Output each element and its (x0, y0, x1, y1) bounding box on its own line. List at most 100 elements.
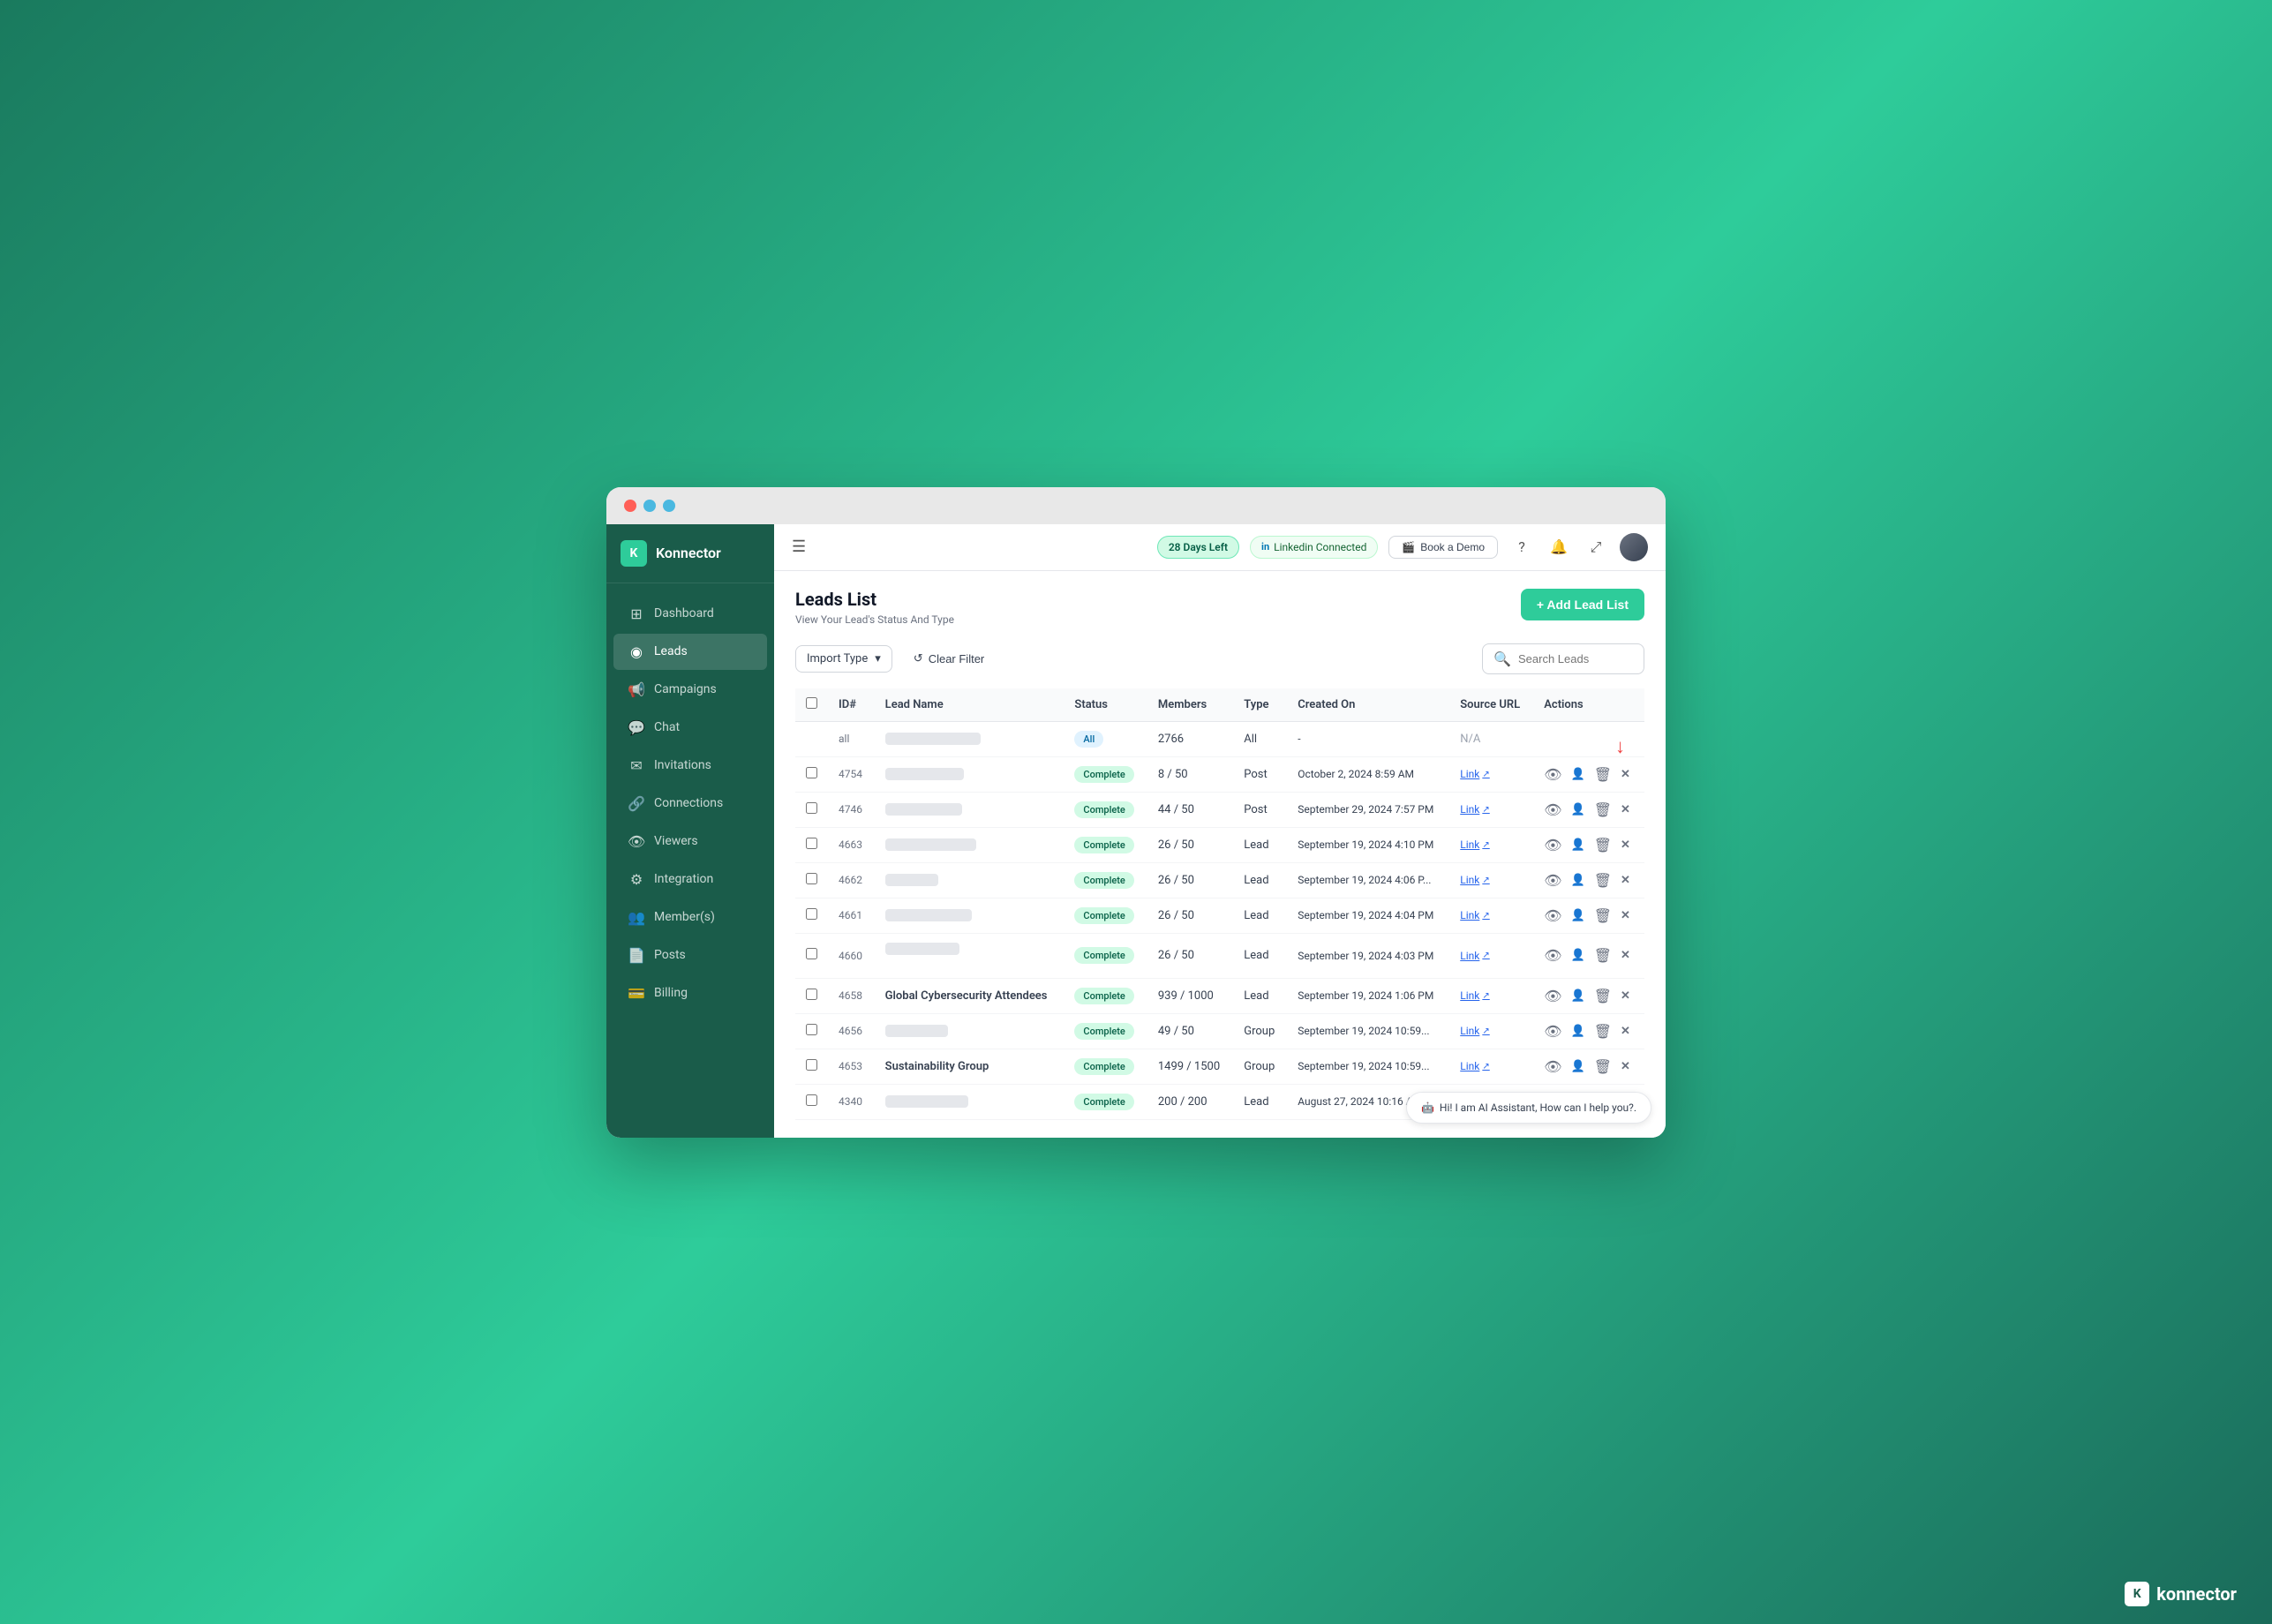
more-options-icon[interactable]: ✕ (1621, 989, 1630, 1003)
cell-actions: 👁 👤 🗑 ✕ (1533, 862, 1644, 898)
add-member-icon[interactable]: 👤 (1571, 1025, 1585, 1038)
viewers-icon: 👁 (628, 833, 645, 850)
source-link[interactable]: Link↗ (1460, 909, 1523, 921)
more-options-icon[interactable]: ✕ (1621, 803, 1630, 816)
import-type-select[interactable]: Import Type ▾ (795, 645, 892, 673)
view-icon[interactable]: 👁 (1544, 801, 1561, 818)
select-all-checkbox[interactable] (806, 697, 817, 709)
add-member-icon[interactable]: 👤 (1571, 803, 1585, 816)
sidebar-logo: K Konnector (606, 524, 774, 583)
row-checkbox[interactable] (806, 802, 817, 814)
sidebar-item-viewers[interactable]: 👁 Viewers (613, 823, 767, 860)
add-lead-list-button[interactable]: + Add Lead List (1521, 589, 1644, 620)
sidebar-item-dashboard[interactable]: ⊞ Dashboard (613, 596, 767, 632)
source-link[interactable]: Link↗ (1460, 1060, 1523, 1072)
more-options-icon[interactable]: ✕ (1621, 909, 1630, 922)
row-checkbox[interactable] (806, 1024, 817, 1035)
sidebar-item-chat[interactable]: 💬 Chat (613, 710, 767, 746)
search-input[interactable] (1518, 652, 1633, 665)
view-icon[interactable]: 👁 (1544, 907, 1561, 924)
view-icon[interactable]: 👁 (1544, 1058, 1561, 1075)
delete-icon[interactable]: 🗑 (1594, 907, 1612, 924)
more-options-icon[interactable]: ✕ (1621, 874, 1630, 887)
more-options-icon[interactable]: ✕ (1621, 949, 1630, 962)
sidebar-nav: ⊞ Dashboard ◉ Leads 📢 Campaigns 💬 Chat ✉ (606, 583, 774, 1138)
delete-icon[interactable]: 🗑 (1594, 988, 1612, 1004)
sidebar-item-posts[interactable]: 📄 Posts (613, 937, 767, 974)
import-type-label: Import Type (807, 652, 868, 665)
view-icon[interactable]: 👁 (1544, 988, 1561, 1004)
source-link[interactable]: Link↗ (1460, 838, 1523, 851)
notifications-button[interactable]: 🔔 (1546, 534, 1572, 560)
delete-icon[interactable]: 🗑 (1594, 801, 1612, 818)
view-icon[interactable]: 👁 (1544, 837, 1561, 853)
sidebar-item-invitations[interactable]: ✉ Invitations (613, 748, 767, 784)
menu-icon[interactable]: ☰ (792, 538, 806, 556)
add-member-icon[interactable]: 👤 (1571, 909, 1585, 922)
window-dot-green[interactable] (663, 500, 675, 512)
more-options-icon[interactable]: ✕ (1621, 1025, 1630, 1038)
row-checkbox[interactable] (806, 948, 817, 959)
action-icons-group: ↓👁👤🗑✕ (1544, 766, 1634, 783)
members-icon: 👥 (628, 909, 645, 926)
book-demo-button[interactable]: 🎬 Book a Demo (1388, 536, 1498, 559)
status-badge: Complete (1074, 947, 1133, 964)
delete-icon[interactable]: 🗑 (1594, 872, 1612, 889)
add-member-icon[interactable]: 👤 (1571, 1060, 1585, 1073)
window-dot-red[interactable] (624, 500, 636, 512)
delete-icon[interactable]: 🗑 (1594, 837, 1612, 853)
row-checkbox[interactable] (806, 767, 817, 778)
clear-filter-button[interactable]: ↺ Clear Filter (903, 645, 995, 672)
source-link[interactable]: Link↗ (1460, 768, 1523, 780)
row-checkbox[interactable] (806, 989, 817, 1000)
source-link[interactable]: Link↗ (1460, 1025, 1523, 1037)
add-member-icon[interactable]: 👤 (1571, 989, 1585, 1003)
sidebar-item-members[interactable]: 👥 Member(s) (613, 899, 767, 936)
source-link[interactable]: Link↗ (1460, 803, 1523, 816)
delete-icon[interactable]: 🗑 (1594, 947, 1612, 964)
add-member-icon[interactable]: 👤 (1571, 838, 1585, 852)
source-link[interactable]: Link↗ (1460, 950, 1523, 962)
th-members: Members (1147, 688, 1233, 722)
more-options-icon[interactable]: ✕ (1621, 838, 1630, 852)
sidebar-item-integration[interactable]: ⚙ Integration (613, 861, 767, 898)
window-dot-yellow[interactable] (643, 500, 656, 512)
sidebar-item-billing[interactable]: 💳 Billing (613, 975, 767, 1011)
ai-chat-bubble[interactable]: 🤖 Hi! I am AI Assistant, How can I help … (1406, 1092, 1651, 1124)
view-icon[interactable]: 👁 (1544, 766, 1561, 783)
campaigns-icon: 📢 (628, 681, 645, 698)
connections-icon: 🔗 (628, 795, 645, 812)
cell-members: 200 / 200 (1147, 1084, 1233, 1119)
avatar[interactable] (1620, 533, 1648, 561)
cell-id: 4656 (828, 1013, 875, 1049)
action-icons-group: 👁 👤 🗑 ✕ (1544, 1023, 1634, 1040)
add-member-icon[interactable]: 👤 (1571, 874, 1585, 887)
help-button[interactable]: ? (1508, 534, 1535, 560)
sidebar-item-leads[interactable]: ◉ Leads (613, 634, 767, 670)
expand-button[interactable]: ⤢ (1583, 534, 1609, 560)
row-checkbox[interactable] (806, 1059, 817, 1071)
source-link[interactable]: Link↗ (1460, 989, 1523, 1002)
delete-icon[interactable]: 🗑 (1594, 1058, 1612, 1075)
more-options-icon[interactable]: ✕ (1621, 1060, 1630, 1073)
row-checkbox[interactable] (806, 908, 817, 920)
add-member-icon[interactable]: 👤 (1571, 949, 1585, 962)
row-checkbox[interactable] (806, 1094, 817, 1106)
row-checkbox[interactable] (806, 873, 817, 884)
view-icon[interactable]: 👁 (1544, 872, 1561, 889)
row-checkbox[interactable] (806, 838, 817, 849)
sidebar-item-campaigns[interactable]: 📢 Campaigns (613, 672, 767, 708)
cell-lead-name: •••••••• ility Company (875, 933, 1065, 978)
view-icon[interactable]: 👁 (1544, 1023, 1561, 1040)
page-title: Leads List (795, 589, 954, 610)
cell-members: 26 / 50 (1147, 862, 1233, 898)
view-icon[interactable]: 👁 (1544, 947, 1561, 964)
delete-icon[interactable]: 🗑 (1594, 1023, 1612, 1040)
delete-icon[interactable]: 🗑 (1594, 766, 1612, 783)
action-icons-group: 👁 👤 🗑 ✕ (1544, 947, 1634, 964)
more-options-icon[interactable]: ✕ (1621, 768, 1630, 781)
source-link[interactable]: Link↗ (1460, 874, 1523, 886)
sidebar-item-connections[interactable]: 🔗 Connections (613, 786, 767, 822)
search-box[interactable]: 🔍 (1482, 643, 1644, 674)
add-member-icon[interactable]: 👤 (1571, 768, 1585, 781)
